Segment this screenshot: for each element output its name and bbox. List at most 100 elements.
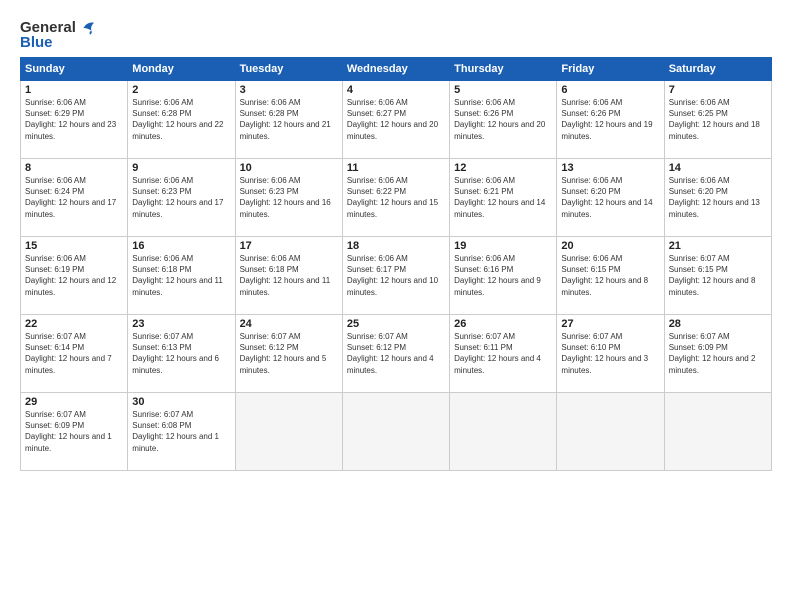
calendar-table: SundayMondayTuesdayWednesdayThursdayFrid… [20, 57, 772, 471]
day-number: 10 [240, 162, 338, 174]
logo-blue: Blue [20, 35, 98, 52]
day-info: Sunrise: 6:07 AMSunset: 6:15 PMDaylight:… [669, 254, 756, 297]
logo: General Blue [20, 20, 98, 51]
calendar-cell: 6 Sunrise: 6:06 AMSunset: 6:26 PMDayligh… [557, 81, 664, 159]
calendar-cell: 1 Sunrise: 6:06 AMSunset: 6:29 PMDayligh… [21, 81, 128, 159]
day-number: 23 [132, 318, 230, 330]
calendar-cell [557, 393, 664, 471]
calendar-cell: 12 Sunrise: 6:06 AMSunset: 6:21 PMDaylig… [450, 159, 557, 237]
column-header-wednesday: Wednesday [342, 58, 449, 81]
calendar-cell: 16 Sunrise: 6:06 AMSunset: 6:18 PMDaylig… [128, 237, 235, 315]
calendar-cell [235, 393, 342, 471]
calendar-cell [342, 393, 449, 471]
day-info: Sunrise: 6:06 AMSunset: 6:28 PMDaylight:… [132, 98, 223, 141]
column-header-thursday: Thursday [450, 58, 557, 81]
day-number: 4 [347, 84, 445, 96]
day-info: Sunrise: 6:06 AMSunset: 6:16 PMDaylight:… [454, 254, 541, 297]
calendar-cell: 26 Sunrise: 6:07 AMSunset: 6:11 PMDaylig… [450, 315, 557, 393]
day-info: Sunrise: 6:07 AMSunset: 6:08 PMDaylight:… [132, 410, 219, 453]
calendar-cell: 18 Sunrise: 6:06 AMSunset: 6:17 PMDaylig… [342, 237, 449, 315]
week-row-3: 15 Sunrise: 6:06 AMSunset: 6:19 PMDaylig… [21, 237, 772, 315]
calendar-cell: 21 Sunrise: 6:07 AMSunset: 6:15 PMDaylig… [664, 237, 771, 315]
day-info: Sunrise: 6:06 AMSunset: 6:19 PMDaylight:… [25, 254, 116, 297]
calendar-cell: 10 Sunrise: 6:06 AMSunset: 6:23 PMDaylig… [235, 159, 342, 237]
day-number: 27 [561, 318, 659, 330]
week-row-4: 22 Sunrise: 6:07 AMSunset: 6:14 PMDaylig… [21, 315, 772, 393]
header-row: SundayMondayTuesdayWednesdayThursdayFrid… [21, 58, 772, 81]
calendar-cell: 8 Sunrise: 6:06 AMSunset: 6:24 PMDayligh… [21, 159, 128, 237]
day-number: 24 [240, 318, 338, 330]
calendar-cell: 30 Sunrise: 6:07 AMSunset: 6:08 PMDaylig… [128, 393, 235, 471]
day-info: Sunrise: 6:06 AMSunset: 6:29 PMDaylight:… [25, 98, 116, 141]
day-info: Sunrise: 6:07 AMSunset: 6:10 PMDaylight:… [561, 332, 648, 375]
day-number: 30 [132, 396, 230, 408]
calendar-cell: 11 Sunrise: 6:06 AMSunset: 6:22 PMDaylig… [342, 159, 449, 237]
day-info: Sunrise: 6:06 AMSunset: 6:22 PMDaylight:… [347, 176, 438, 219]
day-info: Sunrise: 6:07 AMSunset: 6:12 PMDaylight:… [347, 332, 434, 375]
calendar-cell: 5 Sunrise: 6:06 AMSunset: 6:26 PMDayligh… [450, 81, 557, 159]
day-info: Sunrise: 6:06 AMSunset: 6:18 PMDaylight:… [240, 254, 331, 297]
week-row-5: 29 Sunrise: 6:07 AMSunset: 6:09 PMDaylig… [21, 393, 772, 471]
day-info: Sunrise: 6:06 AMSunset: 6:15 PMDaylight:… [561, 254, 648, 297]
calendar-cell: 2 Sunrise: 6:06 AMSunset: 6:28 PMDayligh… [128, 81, 235, 159]
column-header-friday: Friday [557, 58, 664, 81]
day-info: Sunrise: 6:06 AMSunset: 6:27 PMDaylight:… [347, 98, 438, 141]
calendar-cell: 15 Sunrise: 6:06 AMSunset: 6:19 PMDaylig… [21, 237, 128, 315]
day-info: Sunrise: 6:06 AMSunset: 6:24 PMDaylight:… [25, 176, 116, 219]
day-info: Sunrise: 6:06 AMSunset: 6:26 PMDaylight:… [454, 98, 545, 141]
day-number: 20 [561, 240, 659, 252]
day-number: 19 [454, 240, 552, 252]
calendar-cell [664, 393, 771, 471]
day-info: Sunrise: 6:06 AMSunset: 6:25 PMDaylight:… [669, 98, 760, 141]
week-row-2: 8 Sunrise: 6:06 AMSunset: 6:24 PMDayligh… [21, 159, 772, 237]
calendar-cell: 29 Sunrise: 6:07 AMSunset: 6:09 PMDaylig… [21, 393, 128, 471]
calendar-cell: 20 Sunrise: 6:06 AMSunset: 6:15 PMDaylig… [557, 237, 664, 315]
day-number: 2 [132, 84, 230, 96]
day-number: 18 [347, 240, 445, 252]
column-header-monday: Monday [128, 58, 235, 81]
calendar-cell: 13 Sunrise: 6:06 AMSunset: 6:20 PMDaylig… [557, 159, 664, 237]
day-number: 29 [25, 396, 123, 408]
calendar-cell: 14 Sunrise: 6:06 AMSunset: 6:20 PMDaylig… [664, 159, 771, 237]
week-row-1: 1 Sunrise: 6:06 AMSunset: 6:29 PMDayligh… [21, 81, 772, 159]
day-info: Sunrise: 6:06 AMSunset: 6:20 PMDaylight:… [669, 176, 760, 219]
calendar-cell: 28 Sunrise: 6:07 AMSunset: 6:09 PMDaylig… [664, 315, 771, 393]
column-header-saturday: Saturday [664, 58, 771, 81]
day-info: Sunrise: 6:07 AMSunset: 6:11 PMDaylight:… [454, 332, 541, 375]
calendar-cell: 25 Sunrise: 6:07 AMSunset: 6:12 PMDaylig… [342, 315, 449, 393]
day-number: 16 [132, 240, 230, 252]
day-number: 11 [347, 162, 445, 174]
day-number: 21 [669, 240, 767, 252]
day-info: Sunrise: 6:06 AMSunset: 6:28 PMDaylight:… [240, 98, 331, 141]
day-number: 14 [669, 162, 767, 174]
calendar-cell: 17 Sunrise: 6:06 AMSunset: 6:18 PMDaylig… [235, 237, 342, 315]
day-number: 5 [454, 84, 552, 96]
calendar-cell: 23 Sunrise: 6:07 AMSunset: 6:13 PMDaylig… [128, 315, 235, 393]
day-number: 7 [669, 84, 767, 96]
day-number: 28 [669, 318, 767, 330]
day-number: 12 [454, 162, 552, 174]
day-number: 3 [240, 84, 338, 96]
day-info: Sunrise: 6:06 AMSunset: 6:26 PMDaylight:… [561, 98, 652, 141]
day-info: Sunrise: 6:07 AMSunset: 6:14 PMDaylight:… [25, 332, 112, 375]
day-info: Sunrise: 6:07 AMSunset: 6:09 PMDaylight:… [669, 332, 756, 375]
day-number: 8 [25, 162, 123, 174]
day-number: 22 [25, 318, 123, 330]
calendar-cell: 3 Sunrise: 6:06 AMSunset: 6:28 PMDayligh… [235, 81, 342, 159]
day-info: Sunrise: 6:06 AMSunset: 6:21 PMDaylight:… [454, 176, 545, 219]
day-info: Sunrise: 6:06 AMSunset: 6:17 PMDaylight:… [347, 254, 438, 297]
calendar-cell: 27 Sunrise: 6:07 AMSunset: 6:10 PMDaylig… [557, 315, 664, 393]
day-info: Sunrise: 6:07 AMSunset: 6:13 PMDaylight:… [132, 332, 219, 375]
calendar-cell [450, 393, 557, 471]
day-number: 25 [347, 318, 445, 330]
day-info: Sunrise: 6:06 AMSunset: 6:23 PMDaylight:… [132, 176, 223, 219]
day-info: Sunrise: 6:07 AMSunset: 6:12 PMDaylight:… [240, 332, 327, 375]
calendar-page: General Blue SundayMondayTuesdayWednesda… [0, 0, 792, 612]
calendar-cell: 4 Sunrise: 6:06 AMSunset: 6:27 PMDayligh… [342, 81, 449, 159]
calendar-cell: 24 Sunrise: 6:07 AMSunset: 6:12 PMDaylig… [235, 315, 342, 393]
day-number: 26 [454, 318, 552, 330]
day-number: 1 [25, 84, 123, 96]
calendar-cell: 19 Sunrise: 6:06 AMSunset: 6:16 PMDaylig… [450, 237, 557, 315]
day-info: Sunrise: 6:06 AMSunset: 6:18 PMDaylight:… [132, 254, 223, 297]
header-area: General Blue [20, 16, 772, 51]
